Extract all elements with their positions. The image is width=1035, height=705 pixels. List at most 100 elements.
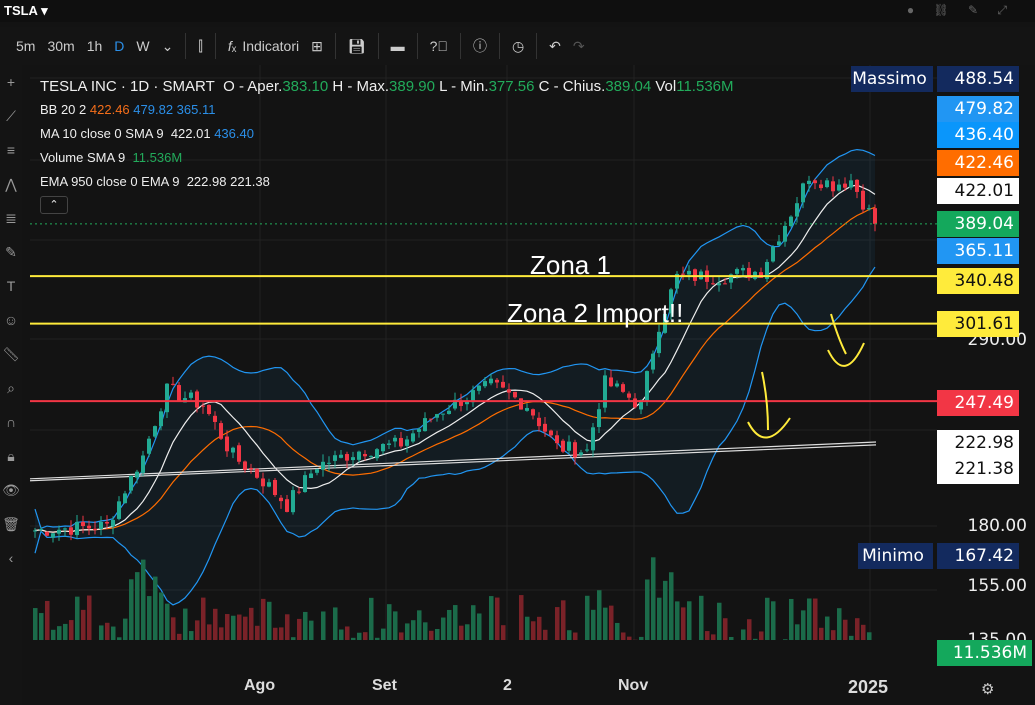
candle-body — [615, 383, 619, 387]
candle-body — [741, 268, 745, 271]
volume-bar — [225, 614, 230, 640]
volume-bar — [867, 632, 872, 640]
ema-value: 222.98 — [186, 174, 227, 189]
candle-body — [291, 490, 295, 513]
volume-bar — [369, 597, 374, 640]
volume-bar — [423, 622, 428, 640]
volume-bar — [165, 603, 170, 640]
candle-body — [561, 440, 565, 452]
candle-body — [207, 404, 211, 415]
candle-body — [255, 468, 259, 478]
volume-bar — [357, 632, 362, 640]
ma-sma-value: 436.40 — [214, 126, 254, 141]
volume-bar — [339, 629, 344, 640]
volume-price-label: 11.536M — [937, 640, 1032, 666]
volume-bar — [627, 636, 632, 640]
candle-body — [147, 438, 151, 454]
candle-body — [285, 499, 289, 512]
volume-bar — [141, 559, 146, 640]
volume-bar — [51, 629, 56, 640]
candle-body — [549, 430, 553, 436]
volume-bar — [789, 598, 794, 640]
candle-body — [195, 391, 199, 408]
volume-bar — [285, 614, 290, 640]
candle-body — [621, 384, 625, 392]
ma-price-label: 422.01 — [937, 178, 1019, 204]
volume-bar — [765, 597, 770, 640]
candle-body — [543, 423, 547, 432]
candle-body — [843, 183, 847, 188]
candle-body — [219, 423, 223, 439]
candle-body — [315, 469, 319, 473]
volume-bar — [477, 613, 482, 640]
volume-bar — [591, 609, 596, 640]
candle-body — [867, 208, 871, 210]
price-tick: 180.00 — [967, 516, 1027, 536]
ema2-price-label: 221.38 — [937, 456, 1019, 484]
volume-bar — [411, 620, 416, 640]
candle-body — [483, 381, 487, 387]
time-tick: Set — [372, 677, 397, 694]
volume-bar — [243, 616, 248, 640]
volume-bar — [801, 610, 806, 640]
volume-bar — [201, 597, 206, 640]
volume-bar — [561, 600, 566, 640]
ema-label: EMA 950 close 0 EMA 9 — [40, 174, 180, 189]
candle-body — [447, 410, 451, 414]
volume-bar — [231, 615, 236, 640]
volume-bar — [345, 626, 350, 640]
volume-bar — [279, 627, 284, 640]
zona2-annotation[interactable]: Zona 2 Import!! — [507, 298, 683, 329]
volume-bar — [99, 625, 104, 640]
candle-body — [849, 180, 853, 188]
zona1-annotation[interactable]: Zona 1 — [530, 250, 611, 281]
volume-bar — [729, 636, 734, 640]
ema2-value: 221.38 — [230, 174, 270, 189]
price-chart[interactable] — [0, 0, 937, 640]
legend-ma[interactable]: MA 10 close 0 SMA 9 422.01 436.40 — [40, 126, 254, 141]
volume-bar — [171, 617, 176, 640]
candle-body — [135, 471, 139, 478]
bb-lo: 365.11 — [176, 102, 216, 117]
volume-bar — [147, 596, 152, 640]
volume-bar — [849, 635, 854, 640]
volume-bar — [531, 621, 536, 640]
candle-body — [813, 180, 817, 184]
candle-body — [111, 519, 115, 527]
volume-bar — [615, 622, 620, 640]
candle-body — [567, 441, 571, 451]
min-tag: Minimo — [858, 543, 933, 569]
candle-body — [513, 391, 517, 398]
candle-body — [405, 439, 409, 446]
close-price-label: 389.04 — [937, 211, 1019, 237]
candle-body — [63, 528, 67, 530]
candle-body — [141, 455, 145, 473]
legend-ema[interactable]: EMA 950 close 0 EMA 9 222.98 221.38 — [40, 174, 270, 189]
volume-bar — [45, 600, 50, 640]
candle-body — [801, 183, 805, 203]
candle-body — [303, 475, 307, 493]
volume-bar — [81, 609, 86, 640]
candle-body — [345, 454, 349, 461]
candle-body — [735, 269, 739, 274]
time-tick: 2 — [503, 677, 512, 694]
vol-label: Vol — [655, 78, 677, 95]
collapse-legend-button[interactable]: ⌃ — [40, 196, 68, 214]
volume-bar — [795, 624, 800, 640]
legend-volume[interactable]: Volume SMA 9 11.536M — [40, 150, 182, 165]
candle-body — [369, 455, 373, 457]
candle-body — [237, 445, 241, 462]
candle-body — [231, 447, 235, 453]
volume-bar — [783, 639, 788, 640]
zona1-price-label: 340.48 — [937, 268, 1019, 294]
candle-body — [411, 433, 415, 442]
ma-value: 422.01 — [170, 126, 211, 141]
candle-body — [159, 411, 163, 427]
candle-body — [423, 418, 427, 432]
candle-body — [597, 409, 601, 428]
candle-body — [591, 427, 595, 451]
settings-icon[interactable]: ⚙ — [981, 680, 994, 698]
time-tick: Ago — [244, 677, 276, 694]
legend-bb[interactable]: BB 20 2 422.46 479.82 365.11 — [40, 102, 215, 117]
candle-body — [309, 473, 313, 479]
